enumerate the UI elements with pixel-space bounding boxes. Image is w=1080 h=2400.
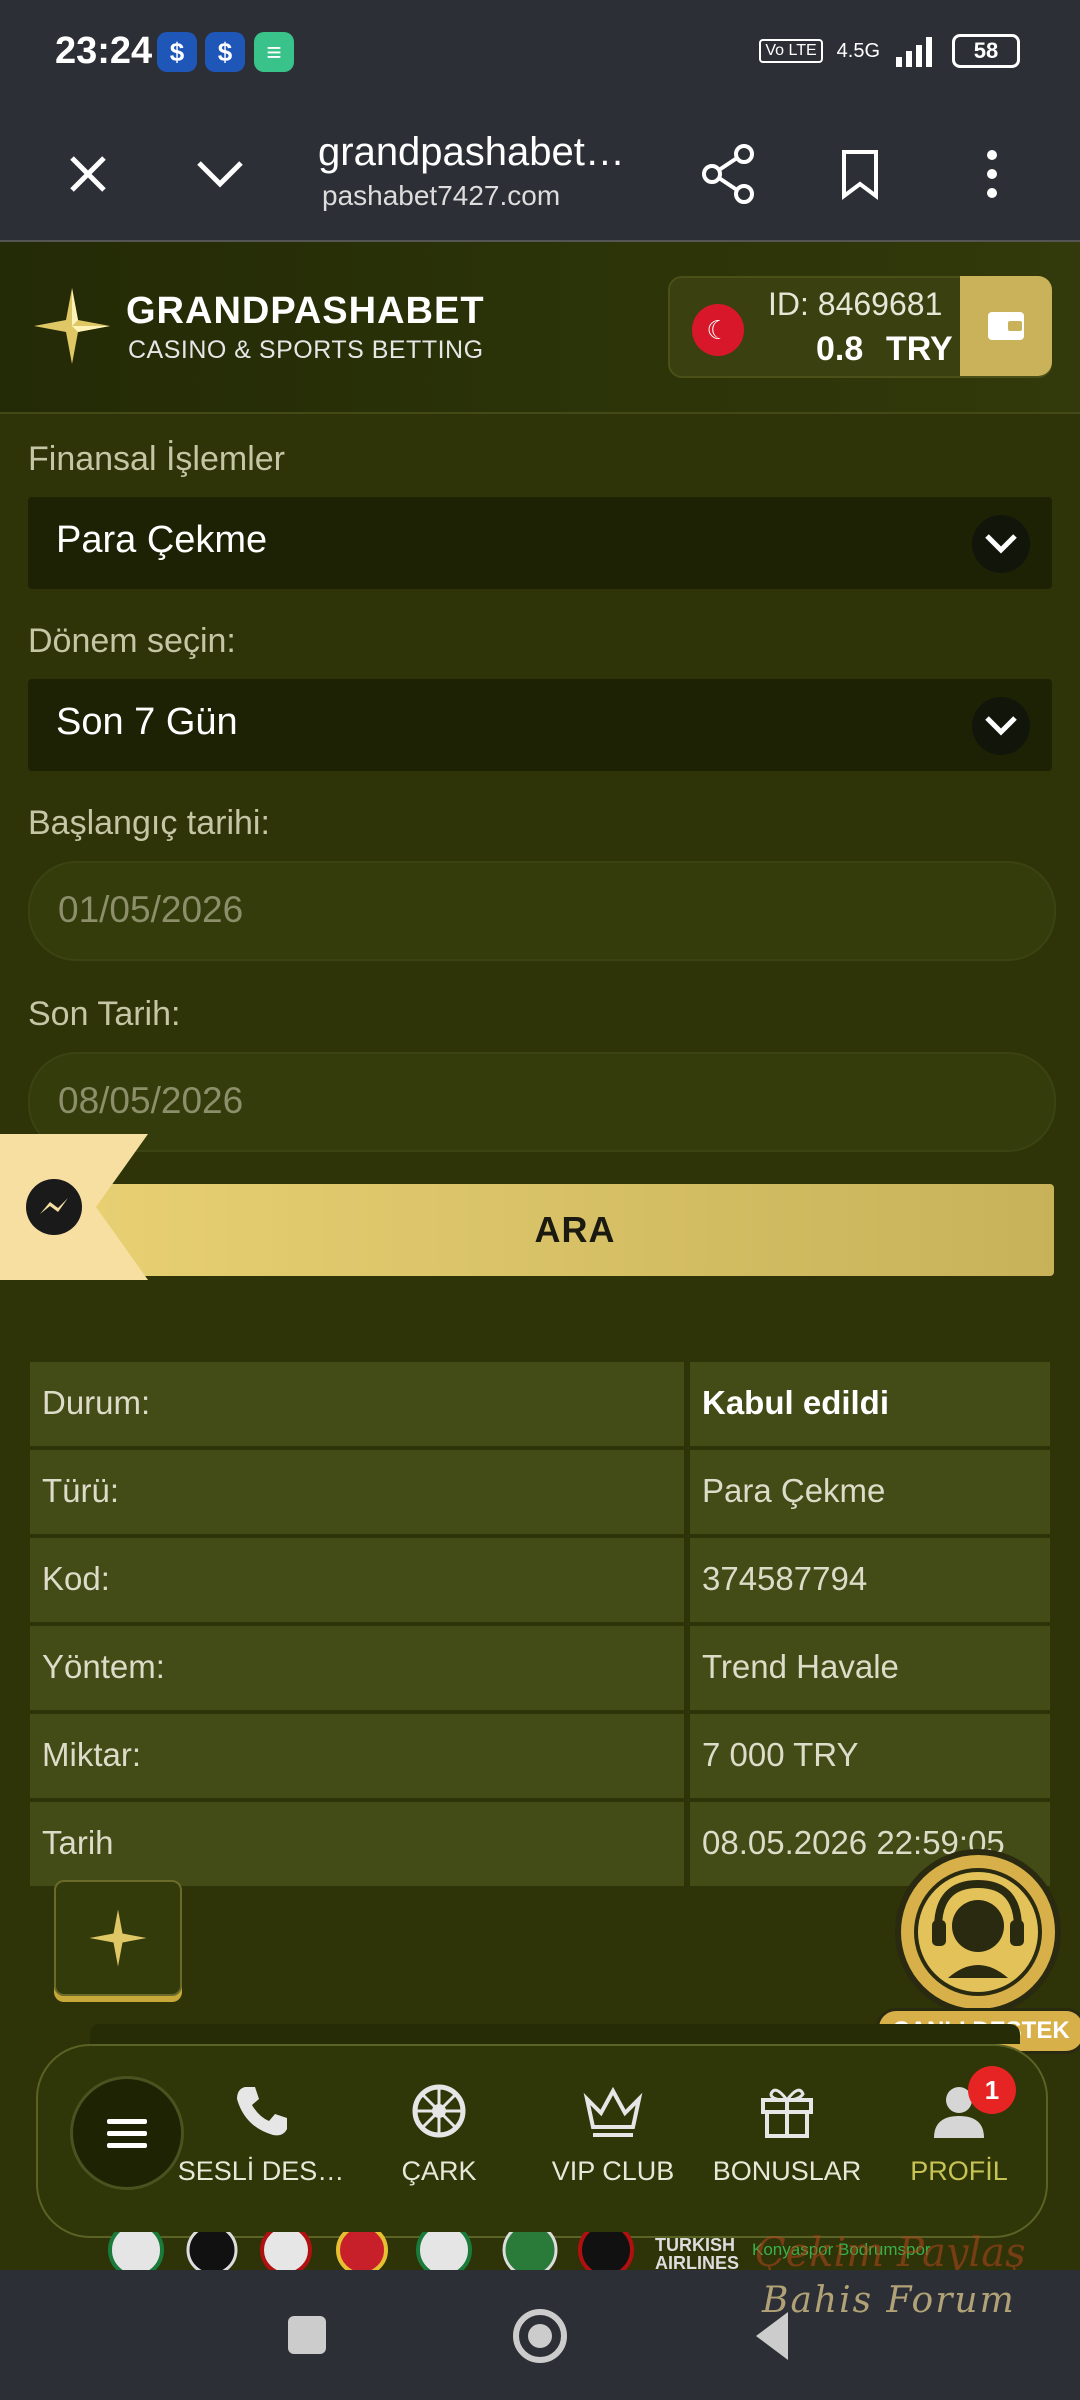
status-value: Kabul edildi — [702, 1384, 890, 1421]
hamburger-icon — [107, 2119, 147, 2148]
home-icon[interactable] — [510, 2306, 570, 2366]
status-indicators: Vo LTE 4.5G 58 — [759, 34, 1020, 68]
start-date-value: 01/05/2026 — [58, 889, 244, 930]
menu-button[interactable] — [70, 2076, 184, 2190]
row-label: Durum: — [42, 1384, 151, 1421]
browser-toolbar: grandpashabet… pashabet7427.com — [0, 108, 1080, 242]
table-row: Yöntem: Trend Havale — [30, 1626, 1050, 1710]
finance-type-select[interactable]: Para Çekme — [28, 497, 1052, 589]
period-value: Son 7 Gün — [56, 701, 238, 743]
layers-app-icon: ≡ — [254, 32, 294, 72]
end-date-field[interactable]: 08/05/2026 — [28, 1052, 1056, 1152]
row-label: Yöntem: — [42, 1648, 165, 1685]
bookmark-button[interactable] — [820, 134, 900, 214]
chevron-down-icon — [972, 515, 1030, 573]
table-row: Durum: Kabul edildi — [30, 1362, 1050, 1446]
account-currency: TRY — [886, 330, 953, 368]
end-date-label: Son Tarih: — [28, 995, 181, 1033]
wallet-button[interactable] — [960, 276, 1052, 376]
dollar-app-icon: $ — [205, 32, 245, 72]
chevron-down-icon — [197, 161, 243, 188]
page-title: grandpashabet… — [318, 130, 625, 174]
nav-label: ÇARK — [401, 2156, 477, 2186]
sponsor-logo: TURKISH AIRLINES — [655, 2235, 740, 2273]
share-icon — [702, 144, 754, 204]
share-button[interactable] — [688, 134, 768, 214]
row-value: 7 000 TRY — [702, 1736, 859, 1773]
row-label: Miktar: — [42, 1736, 141, 1773]
more-menu-button[interactable] — [952, 134, 1032, 214]
finance-type-value: Para Çekme — [56, 519, 268, 561]
nav-voice-support[interactable]: SESLİ DES… — [176, 2066, 346, 2226]
account-id: ID: 8469681 — [768, 286, 943, 322]
row-value: 374587794 — [702, 1560, 868, 1597]
start-date-field[interactable]: 01/05/2026 — [28, 861, 1056, 961]
table-row: Türü: Para Çekme — [30, 1450, 1050, 1534]
transaction-details-table: Durum: Kabul edildi Türü: Para Çekme Kod… — [30, 1362, 1050, 1890]
account-panel[interactable]: ☾ ID: 8469681 0.8 TRY — [668, 276, 1052, 378]
logo-star-icon[interactable] — [32, 286, 112, 366]
dollar-app-icon: $ — [157, 32, 197, 72]
network-label: 4.5G — [836, 39, 880, 62]
bottom-navigation: SESLİ DES… ÇARK VIP CLUB BONUSLAR PROFİL… — [36, 2044, 1048, 2238]
period-label: Dönem seçin: — [28, 622, 236, 660]
signal-icon — [896, 37, 932, 67]
row-label: Türü: — [42, 1472, 120, 1509]
wheel-icon — [412, 2084, 466, 2138]
status-bar: 23:24 $ $ ≡ Vo LTE 4.5G 58 — [0, 0, 1080, 108]
brand-name: GRANDPASHABET — [126, 290, 485, 332]
nav-bonuses[interactable]: BONUSLAR — [702, 2066, 872, 2226]
star-icon — [89, 1909, 147, 1967]
collapse-button[interactable] — [180, 134, 260, 214]
row-value: Para Çekme — [702, 1472, 886, 1509]
site-header: GRANDPASHABET CASINO & SPORTS BETTING ☾ … — [0, 242, 1080, 414]
table-row: Kod: 374587794 — [30, 1538, 1050, 1622]
end-date-value: 08/05/2026 — [58, 1080, 244, 1121]
notification-badge: 1 — [968, 2066, 1016, 2114]
finance-label: Finansal İşlemler — [28, 440, 285, 478]
chevron-down-icon — [972, 697, 1030, 755]
search-button[interactable]: ARA — [96, 1184, 1054, 1276]
floating-star-button[interactable] — [54, 1880, 182, 1996]
start-date-label: Başlangıç tarihi: — [28, 804, 270, 842]
page-url[interactable]: pashabet7427.com — [322, 180, 560, 212]
nav-label: SESLİ DES… — [177, 2156, 345, 2186]
nav-label: BONUSLAR — [712, 2156, 862, 2186]
close-button[interactable] — [48, 134, 128, 214]
brand-tagline: CASINO & SPORTS BETTING — [128, 336, 484, 364]
account-balance: 0.8 — [816, 330, 864, 368]
nav-profile[interactable]: PROFİL 1 — [874, 2066, 1044, 2226]
turkey-flag-icon: ☾ — [692, 304, 744, 356]
row-label: Kod: — [42, 1560, 110, 1597]
wallet-icon — [988, 312, 1024, 340]
nav-wheel[interactable]: ÇARK — [354, 2066, 524, 2226]
bookmark-icon — [842, 150, 878, 200]
table-row: Miktar: 7 000 TRY — [30, 1714, 1050, 1798]
messenger-ribbon[interactable] — [0, 1134, 148, 1280]
recents-icon[interactable] — [288, 2316, 326, 2354]
phone-icon — [237, 2087, 287, 2136]
nav-shadow — [90, 2024, 1020, 2044]
battery-icon: 58 — [952, 34, 1020, 68]
nav-label: PROFİL — [910, 2156, 1008, 2186]
volte-icon: Vo LTE — [759, 39, 823, 63]
period-select[interactable]: Son 7 Gün — [28, 679, 1052, 771]
gift-icon — [761, 2088, 813, 2138]
nav-vip-club[interactable]: VIP CLUB — [528, 2066, 698, 2226]
row-label: Tarih — [42, 1824, 114, 1861]
status-time: 23:24 — [55, 30, 153, 72]
close-icon — [70, 156, 106, 192]
nav-label: VIP CLUB — [551, 2156, 675, 2186]
more-vertical-icon — [987, 150, 997, 198]
row-value: Trend Havale — [702, 1648, 899, 1685]
watermark-line2: Bahis Forum — [762, 2280, 1016, 2321]
crown-icon — [583, 2086, 643, 2137]
